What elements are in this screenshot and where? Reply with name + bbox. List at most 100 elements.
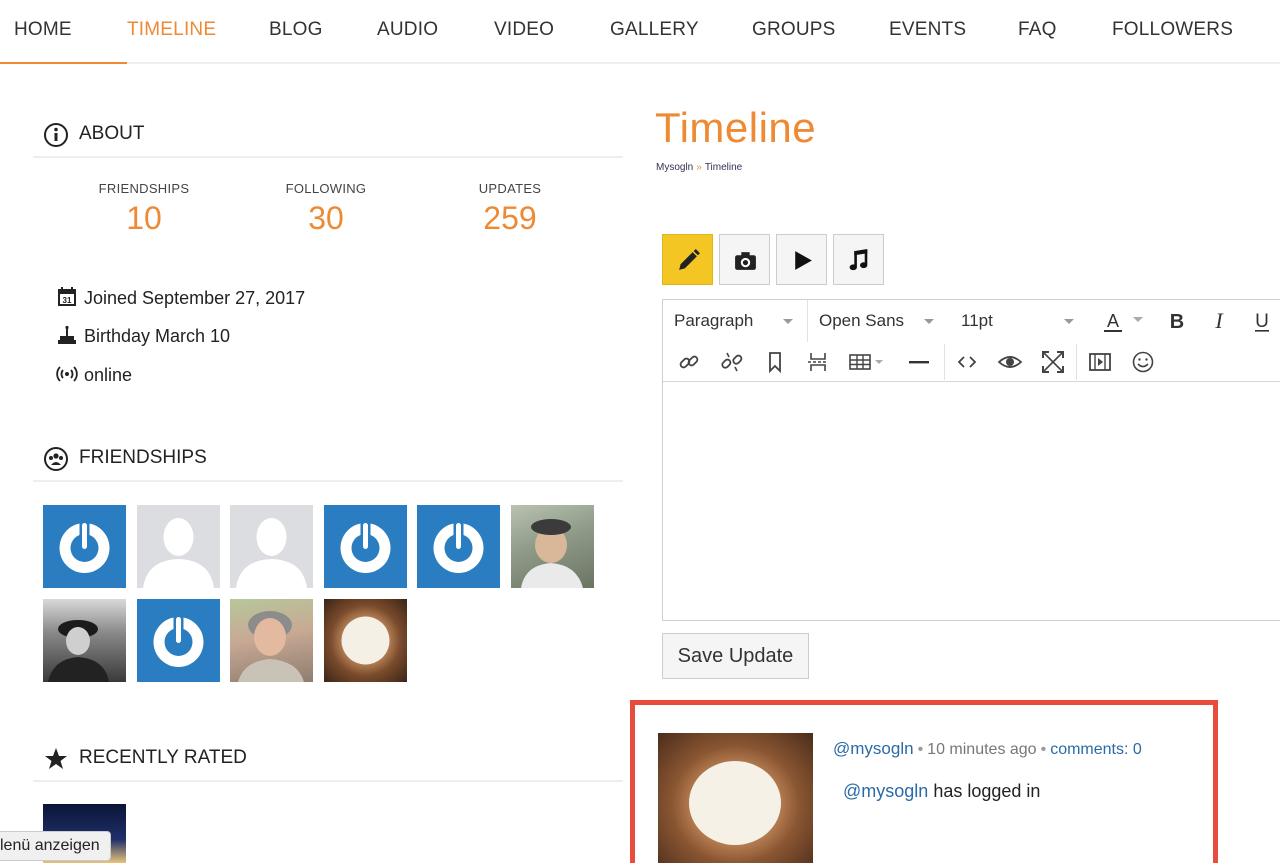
birthday-row: Birthday March 10	[56, 324, 230, 348]
nav-followers[interactable]: FOLLOWERS	[1112, 0, 1233, 62]
post-author-link[interactable]: @mysogln	[833, 739, 914, 758]
nav-groups[interactable]: GROUPS	[752, 0, 836, 62]
text-color-dropdown[interactable]	[1131, 308, 1145, 334]
video-update-button[interactable]	[776, 234, 827, 285]
font-select[interactable]: Open Sans	[808, 300, 948, 342]
media-button[interactable]	[1087, 349, 1113, 375]
default-avatar-icon	[236, 518, 307, 588]
format-select[interactable]: Paragraph	[663, 300, 808, 342]
stat-label: FRIENDSHIPS	[98, 181, 190, 196]
fullscreen-icon	[1042, 351, 1064, 373]
main-nav: HOME TIMELINE BLOG AUDIO VIDEO GALLERY G…	[0, 0, 1280, 64]
online-row: online	[56, 363, 132, 387]
page-title: Timeline	[655, 104, 817, 151]
editor-toolbar-row-1: Paragraph Open Sans 11pt A B I U	[663, 300, 1280, 342]
play-icon	[795, 251, 812, 270]
breadcrumb-current[interactable]: Timeline	[705, 162, 742, 173]
emoticon-button[interactable]	[1130, 349, 1156, 375]
svg-text:A: A	[1107, 311, 1119, 331]
breadcrumb-home[interactable]: Mysogln	[656, 162, 693, 173]
unlink-icon	[721, 352, 743, 372]
fullscreen-button[interactable]	[1040, 349, 1066, 375]
hands-circle-image	[689, 761, 781, 845]
stat-label: UPDATES	[478, 181, 542, 196]
friend-thumb[interactable]	[324, 505, 407, 588]
text-color-icon: A	[1104, 311, 1122, 332]
chevron-down-icon	[783, 319, 793, 324]
rated-header: RECENTLY RATED	[33, 734, 623, 782]
nav-events[interactable]: EVENTS	[889, 0, 966, 62]
editor-content-area[interactable]	[663, 383, 1280, 620]
page-break-button[interactable]	[805, 349, 831, 375]
timeline-post: @mysogln • 10 minutes ago • comments: 0 @mys…	[630, 700, 1218, 863]
italic-button[interactable]: I	[1206, 308, 1232, 334]
stat-value: 10	[126, 200, 162, 236]
friend-thumb[interactable]	[137, 599, 220, 682]
eye-icon	[997, 356, 1023, 368]
horizontal-rule-button[interactable]	[906, 349, 932, 375]
nav-video[interactable]: VIDEO	[494, 0, 554, 62]
camera-icon	[735, 252, 756, 270]
friend-photo[interactable]	[230, 599, 313, 682]
friend-photo[interactable]	[511, 505, 594, 588]
link-button[interactable]	[676, 349, 702, 375]
about-title: ABOUT	[79, 123, 145, 144]
nav-audio[interactable]: AUDIO	[377, 0, 438, 62]
svg-text:I: I	[1214, 308, 1224, 333]
cake-icon	[58, 325, 76, 344]
nav-timeline[interactable]: TIMELINE	[127, 0, 216, 62]
music-note-icon	[849, 249, 868, 271]
size-select[interactable]: 11pt	[950, 300, 1088, 342]
save-update-button[interactable]: Save Update	[662, 633, 809, 679]
font-select-value: Open Sans	[819, 311, 905, 330]
editor-toolbar-row-2	[663, 342, 1280, 382]
photo-update-button[interactable]	[719, 234, 770, 285]
table-button[interactable]	[848, 349, 888, 375]
friend-thumb[interactable]	[43, 505, 126, 588]
nav-blog[interactable]: BLOG	[269, 0, 323, 62]
star-icon	[45, 748, 67, 769]
group-icon	[44, 447, 68, 471]
toolbar-divider	[1076, 344, 1077, 380]
stat-friendships[interactable]: FRIENDSHIPS 10	[69, 181, 219, 237]
stat-label: FOLLOWING	[285, 181, 367, 196]
birthday-text: Birthday March 10	[84, 326, 231, 346]
code-icon	[957, 356, 977, 368]
friend-thumb[interactable]	[137, 505, 220, 588]
bold-button[interactable]: B	[1164, 308, 1190, 334]
nav-gallery[interactable]: GALLERY	[610, 0, 699, 62]
stat-following[interactable]: FOLLOWING 30	[251, 181, 401, 237]
menu-toggle-button[interactable]: lenü anzeigen	[0, 831, 111, 861]
post-body-user-link[interactable]: @mysogln	[843, 781, 928, 801]
underline-icon: U	[1255, 311, 1269, 332]
size-select-value: 11pt	[961, 311, 993, 330]
preview-button[interactable]	[997, 349, 1023, 375]
post-avatar-image[interactable]	[658, 733, 813, 863]
friend-photo[interactable]	[324, 599, 407, 682]
horizontal-rule-icon	[909, 361, 929, 364]
friend-thumb[interactable]	[230, 505, 313, 588]
bold-icon: B	[1170, 311, 1184, 333]
text-update-button[interactable]	[662, 234, 713, 285]
chevron-down-icon	[1133, 317, 1143, 322]
unlink-button[interactable]	[719, 349, 745, 375]
svg-text:U: U	[1255, 311, 1269, 332]
text-color-button[interactable]: A	[1100, 308, 1126, 334]
friendships-header: FRIENDSHIPS	[33, 434, 623, 482]
friendships-title: FRIENDSHIPS	[79, 447, 207, 468]
power-icon	[433, 519, 484, 573]
post-body: @mysogln has logged in	[843, 781, 1040, 802]
calendar-icon: 31	[58, 287, 76, 306]
audio-update-button[interactable]	[833, 234, 884, 285]
meta-separator: •	[1040, 741, 1047, 758]
underline-button[interactable]: U	[1249, 308, 1275, 334]
source-code-button[interactable]	[954, 349, 980, 375]
default-avatar-icon	[143, 518, 214, 588]
nav-faq[interactable]: FAQ	[1018, 0, 1057, 62]
chevron-down-icon	[1064, 319, 1074, 324]
friend-thumb[interactable]	[417, 505, 500, 588]
stat-updates[interactable]: UPDATES 259	[435, 181, 585, 237]
bookmark-button[interactable]	[762, 349, 788, 375]
post-comments-link[interactable]: comments: 0	[1050, 741, 1142, 758]
friend-photo[interactable]	[43, 599, 126, 682]
